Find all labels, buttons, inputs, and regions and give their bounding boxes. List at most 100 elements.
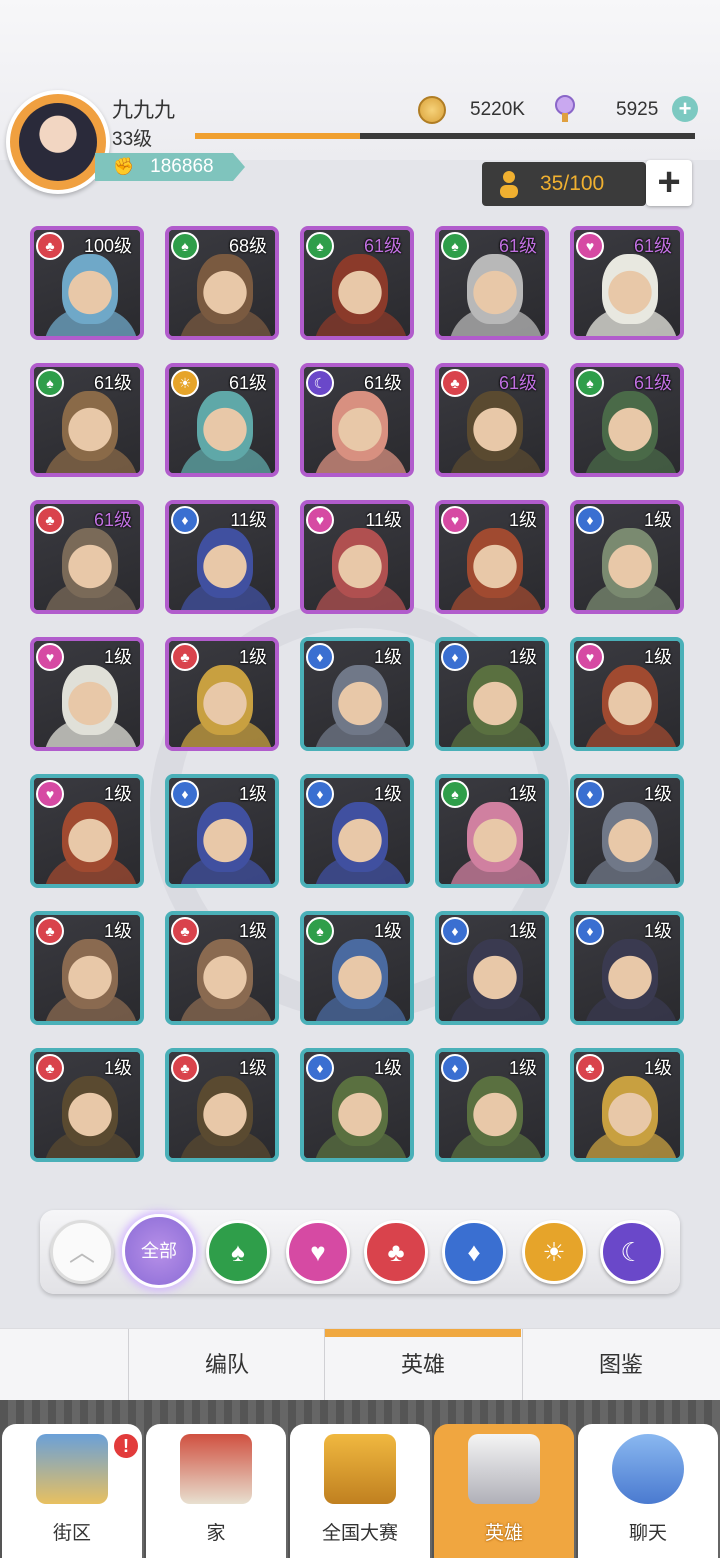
nav-chat[interactable]: 聊天: [578, 1424, 718, 1558]
hero-level: 61级: [363, 236, 402, 256]
hero-card[interactable]: ♦ 1级: [300, 774, 414, 888]
hero-level: 1级: [238, 921, 267, 941]
faction-blue-icon: ♦: [441, 643, 469, 671]
xp-bar: [195, 133, 695, 139]
hero-card[interactable]: ♣ 100级: [30, 226, 144, 340]
sun-icon[interactable]: ☀: [522, 1220, 586, 1284]
faction-red-icon: ♣: [171, 1054, 199, 1082]
chat-bubble-icon: [612, 1434, 684, 1504]
hero-level: 1级: [508, 1058, 537, 1078]
expand-roster-button[interactable]: +: [646, 160, 692, 206]
hero-level: 1级: [238, 784, 267, 804]
hero-level: 1级: [103, 1058, 132, 1078]
faction-blue-icon: ♦: [171, 780, 199, 808]
nav-home-label: 家: [206, 1523, 226, 1544]
faction-red-icon: ♣: [36, 1054, 64, 1082]
player-name: 九九九: [112, 99, 175, 122]
faction-green-icon: ♠: [171, 232, 199, 260]
spade-icon[interactable]: ♠: [206, 1220, 270, 1284]
hero-card[interactable]: ♠ 61级: [435, 226, 549, 340]
hero-card[interactable]: ♥ 11级: [300, 500, 414, 614]
avatar-portrait: [19, 103, 97, 181]
hero-level: 61级: [498, 373, 537, 393]
chevron-up-icon[interactable]: ︿: [50, 1220, 114, 1284]
faction-red-icon: ♣: [171, 917, 199, 945]
hero-level: 61级: [498, 236, 537, 256]
faction-pink-icon: ♥: [306, 506, 334, 534]
roster-count: 35/100: [540, 172, 605, 195]
faction-red-icon: ♣: [441, 369, 469, 397]
heart-icon[interactable]: ♥: [286, 1220, 350, 1284]
hero-card[interactable]: ♦ 1级: [435, 911, 549, 1025]
tab-heroes[interactable]: 英雄: [324, 1329, 521, 1401]
hero-card[interactable]: ♠ 68级: [165, 226, 279, 340]
hero-card[interactable]: ♥ 1级: [435, 500, 549, 614]
diamond-icon[interactable]: ♦: [442, 1220, 506, 1284]
hero-card[interactable]: ♦ 1级: [570, 911, 684, 1025]
faction-pink-icon: ♥: [441, 506, 469, 534]
power-badge: ✊ 186868: [95, 153, 245, 181]
hero-card[interactable]: ♦ 1级: [435, 1048, 549, 1162]
moon-icon[interactable]: ☾: [600, 1220, 664, 1284]
hero-card[interactable]: ♥ 1级: [570, 637, 684, 751]
nav-contest[interactable]: 全国大赛: [290, 1424, 430, 1558]
hero-card[interactable]: ♣ 61级: [30, 500, 144, 614]
faction-green-icon: ♠: [306, 917, 334, 945]
coin-icon: [418, 96, 446, 124]
hero-card[interactable]: ♠ 1级: [435, 774, 549, 888]
hero-level: 61级: [228, 373, 267, 393]
hero-card[interactable]: ♣ 1级: [165, 1048, 279, 1162]
hero-level: 1级: [103, 784, 132, 804]
hero-level: 68级: [228, 236, 267, 256]
hero-card[interactable]: ♥ 61级: [570, 226, 684, 340]
roster-capacity: 35/100: [482, 162, 646, 206]
faction-blue-icon: ♦: [441, 917, 469, 945]
hero-card[interactable]: ♦ 11级: [165, 500, 279, 614]
hero-card[interactable]: ♠ 61级: [30, 363, 144, 477]
hero-card[interactable]: ♦ 1级: [435, 637, 549, 751]
hero-card[interactable]: ♣ 1级: [570, 1048, 684, 1162]
hero-card[interactable]: ♦ 1级: [300, 1048, 414, 1162]
xp-bar-fill: [195, 133, 360, 139]
hero-card[interactable]: ♠ 61级: [300, 226, 414, 340]
hero-card[interactable]: ♣ 1级: [165, 637, 279, 751]
hero-level: 1级: [643, 510, 672, 530]
hero-card[interactable]: ♣ 1级: [30, 911, 144, 1025]
nav-home[interactable]: 家: [146, 1424, 286, 1558]
hero-card[interactable]: ♥ 1级: [30, 637, 144, 751]
hero-card[interactable]: ♦ 1级: [165, 774, 279, 888]
nav-heroes[interactable]: 英雄: [434, 1424, 574, 1558]
hero-card[interactable]: ♥ 1级: [30, 774, 144, 888]
hero-card[interactable]: ♠ 1级: [300, 911, 414, 1025]
club-icon[interactable]: ♣: [364, 1220, 428, 1284]
player-avatar[interactable]: [6, 90, 110, 194]
hero-card[interactable]: ♦ 1级: [570, 500, 684, 614]
filter-all-button[interactable]: 全部: [122, 1214, 196, 1288]
notification-badge: !: [112, 1432, 140, 1460]
faction-purple-icon: ☾: [306, 369, 334, 397]
hero-card[interactable]: ☀ 61级: [165, 363, 279, 477]
player-level: 33级: [112, 129, 153, 150]
hero-level: 61级: [633, 236, 672, 256]
hero-card[interactable]: ♣ 1级: [30, 1048, 144, 1162]
hero-level: 61级: [363, 373, 402, 393]
faction-blue-icon: ♦: [576, 917, 604, 945]
faction-pink-icon: ♥: [36, 643, 64, 671]
faction-blue-icon: ♦: [306, 780, 334, 808]
hero-card[interactable]: ♣ 1级: [165, 911, 279, 1025]
nav-district[interactable]: ! 街区: [2, 1424, 142, 1558]
add-gems-button[interactable]: +: [672, 96, 698, 122]
hero-card[interactable]: ♦ 1级: [300, 637, 414, 751]
person-icon: [500, 171, 518, 198]
hero-card[interactable]: ♦ 1级: [570, 774, 684, 888]
hero-level: 1级: [508, 647, 537, 667]
tab-formation[interactable]: 编队: [128, 1329, 325, 1401]
bottom-nav: ! 街区 家 全国大赛 英雄 聊天: [0, 1400, 720, 1558]
hero-level: 1级: [643, 1058, 672, 1078]
hero-card[interactable]: ♣ 61级: [435, 363, 549, 477]
hero-card[interactable]: ♠ 61级: [570, 363, 684, 477]
faction-red-icon: ♣: [576, 1054, 604, 1082]
hero-card[interactable]: ☾ 61级: [300, 363, 414, 477]
tab-codex[interactable]: 图鉴: [522, 1329, 719, 1401]
faction-green-icon: ♠: [576, 369, 604, 397]
